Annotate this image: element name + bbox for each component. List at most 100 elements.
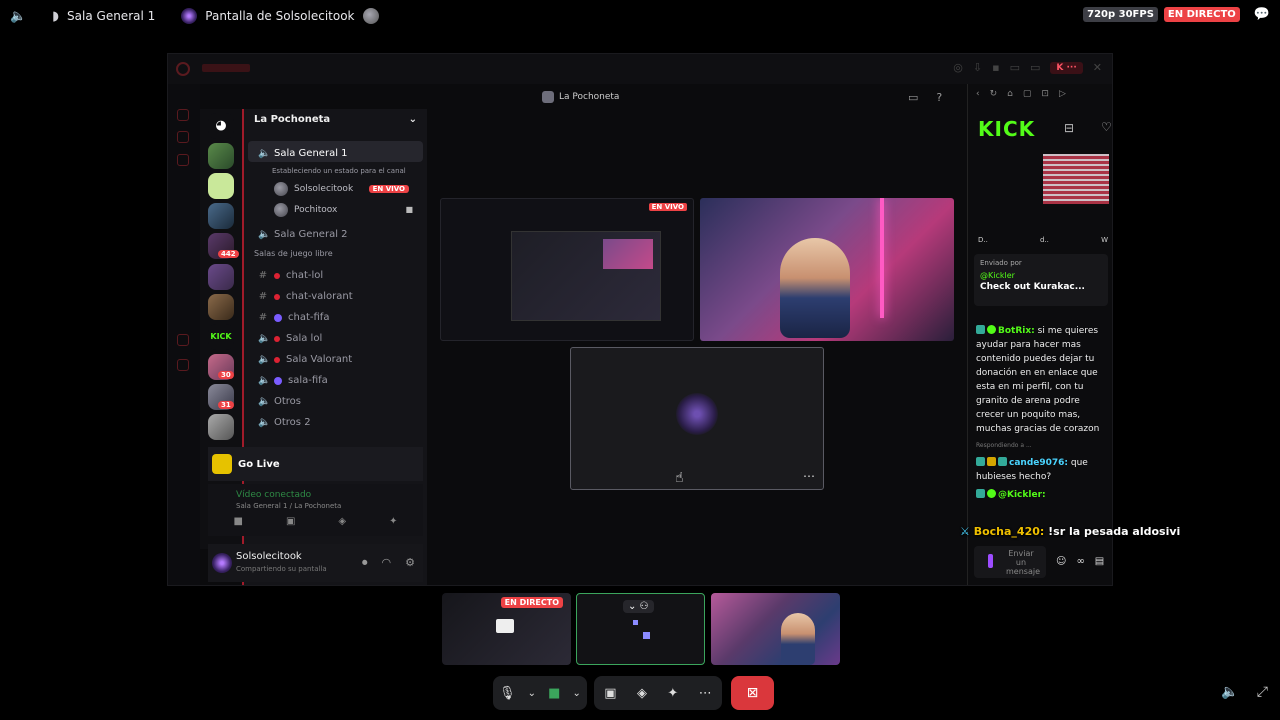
participant-tile-camera — [700, 198, 954, 341]
stop-watching-button[interactable]: ⊠ — [731, 676, 774, 710]
streamer-avatar — [181, 8, 198, 24]
screen-preview-inset — [603, 239, 653, 269]
user-panel: Solsolecitook Compartiendo su pantalla ⏺… — [208, 544, 423, 582]
speaker-icon[interactable]: 🔈 — [10, 10, 26, 23]
voice-member: Solsolecitook EN VIVO — [244, 176, 427, 197]
gift-icon: ▤ — [1094, 556, 1105, 567]
more-icon[interactable]: ⋯ — [699, 686, 712, 701]
chat-placeholder: Enviar un mensaje — [1006, 549, 1040, 576]
chat-icon: ▭ — [908, 91, 919, 104]
voice-channel: 🔈 Sala Valorant — [258, 354, 353, 365]
pinned-label: Enviado por — [980, 259, 1022, 267]
mouse-cursor-icon: ☝ — [675, 470, 684, 486]
avatar — [274, 181, 288, 196]
chat-banner — [1043, 154, 1109, 204]
chat-input: Enviar un mensaje — [974, 546, 1046, 578]
voice-channel-active: 🔈 Sala General 1 — [248, 141, 423, 162]
sword-badge-icon: ⚔ — [960, 525, 970, 538]
stream-window-titlebar: ◎ ⇩ ▪ ▭ ▭ K ··· ✕ — [168, 54, 1112, 84]
voice-channel: 🔈 Otros 2 — [258, 417, 311, 428]
mic-icon: ⏺ — [362, 556, 368, 569]
valorant-icon — [274, 293, 280, 300]
avatar — [274, 202, 288, 217]
channel-name[interactable]: Sala General 1 — [67, 9, 155, 23]
mic-options-chevron-icon[interactable]: ⌄ — [528, 688, 536, 699]
camera-icon: ■ — [405, 205, 413, 214]
media-controls: 🎙 ⌄ ■ ⌄ — [493, 676, 587, 710]
participant-thumbnail-avatar[interactable]: ⌄ ⚇ — [576, 593, 705, 665]
voice-buttons: ■ ▣ ◈ ✦ — [212, 516, 419, 534]
app-logo-icon — [176, 62, 190, 76]
more-icon: ⋯ — [803, 469, 815, 483]
gear-icon: ⚙ — [405, 556, 415, 569]
voice-member: Pochitoox ■ — [244, 197, 427, 218]
unread-badge: 30 — [218, 371, 234, 379]
chat-bubble-icon[interactable]: 💬 — [1254, 8, 1270, 21]
verified-icon — [987, 489, 996, 498]
fullscreen-icon[interactable]: ⤢ — [1257, 684, 1268, 700]
text-channel: # chat-lol — [258, 270, 324, 281]
verified-icon — [987, 325, 996, 334]
screen-share-icon[interactable]: ▣ — [604, 686, 616, 701]
send-icon: ▷ — [1058, 89, 1066, 99]
viewer-avatar[interactable] — [362, 8, 379, 24]
participants-icon[interactable]: ⌄ ⚇ — [623, 600, 654, 613]
shared-screen[interactable]: ◎ ⇩ ▪ ▭ ▭ K ··· ✕ ◕ 442 KICK 30 31 La Po… — [167, 53, 1113, 586]
stream-chat-overlay: ⚔ Bocha_420: !sr la pesada aldosivi — [960, 525, 1180, 538]
participant-thumbnail-camera[interactable] — [711, 593, 840, 665]
voice-channel-icon: ◗ — [52, 8, 60, 24]
live-badge: EN DIRECTO — [1163, 7, 1240, 22]
leave-stream-icon: ⊠ — [746, 685, 759, 701]
camera-options-chevron-icon[interactable]: ⌄ — [573, 688, 581, 699]
popout-icon: ⊟ — [1064, 121, 1075, 135]
streamer-camera — [780, 238, 850, 338]
live-badge: EN VIVO — [648, 203, 687, 211]
badge-icon — [998, 457, 1007, 466]
activity-icon[interactable]: ◈ — [637, 686, 647, 701]
streamer-camera — [781, 613, 815, 665]
avatar — [676, 393, 718, 435]
server-icon — [208, 294, 234, 320]
server-header: La Pochoneta ⌄ — [244, 109, 427, 133]
speaker-icon: 🔈 — [258, 148, 271, 159]
pinned-user: @Kickler — [980, 271, 1015, 280]
chat-message: cande9076: que hubieses hecho? — [976, 457, 1088, 482]
chat-tabs: D.. d.. W — [978, 236, 1108, 244]
unread-badge: 31 — [218, 401, 234, 409]
close-icon: ✕ — [1092, 61, 1102, 74]
camera-icon[interactable]: ■ — [548, 686, 560, 701]
bottom-right-controls: 🔈 ⤢ — [1221, 684, 1268, 700]
soundboard-icon[interactable]: ✦ — [667, 686, 678, 701]
fifa-icon — [274, 376, 282, 385]
participant-thumbnail-screen[interactable]: EN DIRECTO — [442, 593, 571, 665]
text-channel: # chat-valorant — [258, 291, 353, 302]
lol-icon — [274, 272, 280, 279]
participant-tile-avatar: ☝ ⋯ — [570, 347, 824, 490]
chat-input-buttons: ☺ ∞ ▤ — [1056, 556, 1104, 567]
bot-badge-icon — [976, 325, 985, 334]
chevron-down-icon: ⌄ — [408, 114, 417, 125]
bookmark-icon: ⌂ — [1007, 89, 1013, 99]
screen-share-icon: ▣ — [285, 516, 296, 527]
voice-location: Sala General 1 / La Pochoneta — [236, 502, 342, 510]
live-badge: EN VIVO — [368, 184, 409, 193]
chat-message: @Kickler: — [976, 488, 1108, 502]
server-icon — [208, 173, 234, 199]
mic-icon[interactable]: 🎙 — [499, 686, 516, 701]
text-channel: # chat-fifa — [258, 312, 330, 323]
voice-status-panel: Vídeo conectado Sala General 1 / La Poch… — [208, 484, 423, 536]
reload-icon: ↻ — [989, 89, 998, 99]
badge-icon — [976, 457, 985, 466]
settings-icon: ◎ — [953, 61, 963, 74]
browser-nav: ‹ ↻ ⌂ ▢ ⊡ ▷ — [968, 84, 1112, 104]
volume-icon[interactable]: 🔈 — [1221, 684, 1238, 700]
back-icon: ‹ — [976, 89, 980, 99]
server-icon — [208, 264, 234, 290]
reply-label: Respondiendo a ... — [976, 442, 1032, 449]
chat-message: BotRix: si me quieres ayudar para hacer … — [976, 325, 1100, 434]
kick-server-icon: KICK — [208, 324, 234, 350]
pinned-message: Enviado por @Kickler Check out Kurakac..… — [974, 254, 1108, 306]
voice-connected-label: Vídeo conectado — [236, 490, 312, 500]
server-icon — [208, 414, 234, 440]
lol-icon — [274, 335, 280, 342]
